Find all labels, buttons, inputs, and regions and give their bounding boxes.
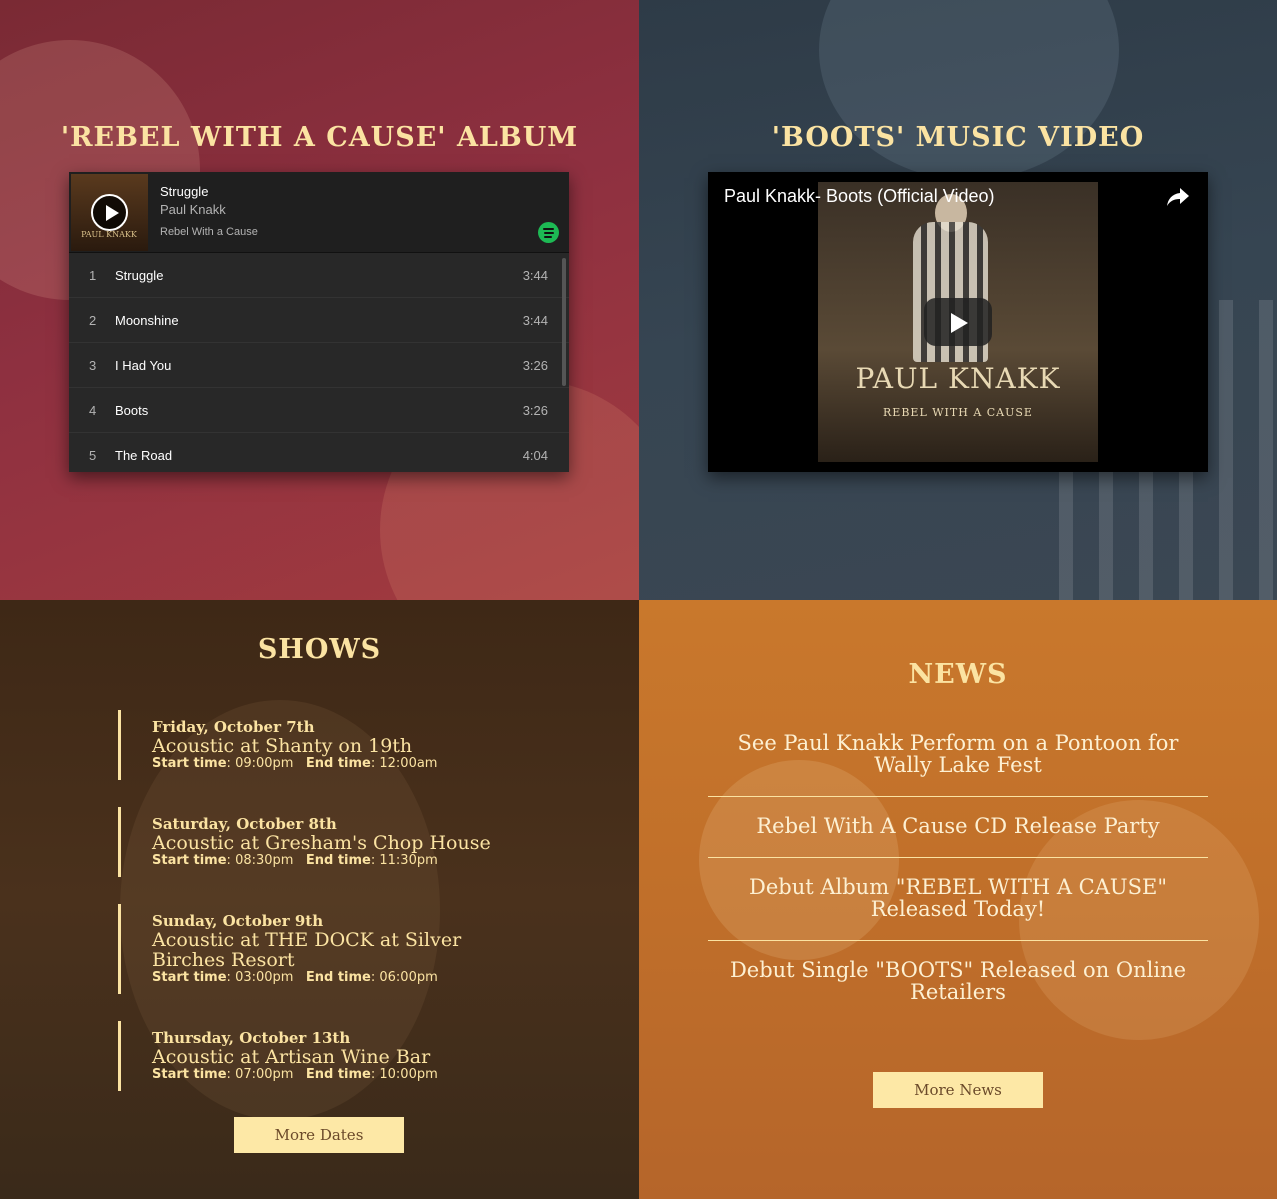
album-cover: PAUL KNAKK	[71, 174, 148, 251]
show-date: Thursday, October 13th	[152, 1029, 351, 1047]
news-item[interactable]: See Paul Knakk Perform on a Pontoon for …	[708, 728, 1208, 797]
track-duration: 3:26	[522, 358, 548, 373]
show-date: Saturday, October 8th	[152, 815, 337, 833]
track-list: 1 Struggle 3:44 2 Moonshine 3:44 3 I Had…	[69, 253, 569, 478]
more-dates-button[interactable]: More Dates	[234, 1117, 404, 1153]
player-header: PAUL KNAKK Struggle Paul Knakk Rebel Wit…	[69, 172, 569, 253]
now-playing-album[interactable]: Rebel With a Cause	[160, 226, 258, 238]
now-playing-track[interactable]: Struggle	[160, 184, 208, 199]
track-name: Struggle	[115, 268, 164, 283]
show-date: Friday, October 7th	[152, 718, 315, 736]
more-news-button[interactable]: More News	[873, 1072, 1043, 1108]
show-item: Friday, October 7th Acoustic at Shanty o…	[118, 710, 538, 780]
page: 'REBEL WITH A CAUSE' ALBUM PAUL KNAKK St…	[0, 0, 1277, 1199]
video-play-icon[interactable]	[924, 298, 992, 346]
shows-section: SHOWS Friday, October 7th Acoustic at Sh…	[0, 600, 639, 1199]
start-label: Start time	[152, 1067, 227, 1082]
track-row[interactable]: 2 Moonshine 3:44	[69, 298, 569, 343]
video-title-link[interactable]: Paul Knakk- Boots (Official Video)	[724, 186, 994, 207]
track-name: Moonshine	[115, 313, 179, 328]
track-number: 3	[89, 358, 97, 373]
news-item[interactable]: Debut Single "BOOTS" Released on Online …	[708, 955, 1208, 1023]
track-row[interactable]: 4 Boots 3:26	[69, 388, 569, 433]
show-title[interactable]: Acoustic at Artisan Wine Bar	[152, 1047, 522, 1067]
start-label: Start time	[152, 853, 227, 868]
end-time: 06:00pm	[379, 970, 438, 985]
tracklist-scrollbar[interactable]	[562, 258, 566, 386]
thumb-subtitle-text: REBEL WITH A CAUSE	[883, 406, 1033, 419]
news-item[interactable]: Rebel With A Cause CD Release Party	[708, 811, 1208, 858]
start-time: 07:00pm	[235, 1067, 294, 1082]
show-times: Start time: 08:30pm End time: 11:30pm	[152, 853, 438, 868]
show-title[interactable]: Acoustic at Shanty on 19th	[152, 736, 522, 756]
end-label: End time	[305, 1067, 371, 1082]
show-times: Start time: 03:00pm End time: 06:00pm	[152, 970, 438, 985]
start-time: 09:00pm	[235, 756, 294, 771]
news-item[interactable]: Debut Album "REBEL WITH A CAUSE" Release…	[708, 872, 1208, 941]
track-name: The Road	[115, 448, 173, 463]
end-label: End time	[305, 756, 371, 771]
news-list: See Paul Knakk Perform on a Pontoon for …	[708, 728, 1208, 1037]
backdrop-shape	[819, 0, 1119, 180]
track-number: 5	[89, 448, 97, 463]
end-time: 12:00am	[379, 756, 438, 771]
track-row[interactable]: 5 The Road 4:04	[69, 433, 569, 478]
album-section: 'REBEL WITH A CAUSE' ALBUM PAUL KNAKK St…	[0, 0, 639, 600]
youtube-embed[interactable]: PAUL KNAKK REBEL WITH A CAUSE Paul Knakk…	[708, 172, 1208, 472]
track-row[interactable]: 3 I Had You 3:26	[69, 343, 569, 388]
track-number: 1	[89, 268, 97, 283]
track-duration: 3:26	[522, 403, 548, 418]
spotify-icon[interactable]	[538, 222, 559, 243]
start-time: 08:30pm	[235, 853, 294, 868]
share-icon[interactable]	[1166, 186, 1190, 208]
track-duration: 3:44	[522, 268, 548, 283]
track-duration: 3:44	[522, 313, 548, 328]
track-number: 2	[89, 313, 97, 328]
video-section-title: 'BOOTS' MUSIC VIDEO	[771, 122, 1145, 153]
track-row[interactable]: 1 Struggle 3:44	[69, 253, 569, 298]
video-section: 'BOOTS' MUSIC VIDEO PAUL KNAKK REBEL WIT…	[639, 0, 1277, 600]
now-playing-artist[interactable]: Paul Knakk	[160, 202, 226, 217]
start-label: Start time	[152, 756, 227, 771]
show-times: Start time: 09:00pm End time: 12:00am	[152, 756, 438, 771]
track-number: 4	[89, 403, 97, 418]
album-section-title: 'REBEL WITH A CAUSE' ALBUM	[60, 122, 579, 153]
end-time: 10:00pm	[379, 1067, 438, 1082]
end-label: End time	[305, 853, 371, 868]
show-item: Saturday, October 8th Acoustic at Gresha…	[118, 807, 538, 877]
end-label: End time	[305, 970, 371, 985]
thumb-brand-text: PAUL KNAKK	[855, 362, 1061, 395]
news-section: NEWS See Paul Knakk Perform on a Pontoon…	[639, 600, 1277, 1199]
shows-section-title: SHOWS	[257, 634, 382, 665]
play-button[interactable]	[91, 194, 128, 231]
show-title[interactable]: Acoustic at Gresham's Chop House	[152, 833, 522, 853]
track-name: Boots	[115, 403, 149, 418]
start-time: 03:00pm	[235, 970, 294, 985]
track-duration: 4:04	[522, 448, 548, 463]
cover-logo-text: PAUL KNAKK	[81, 230, 137, 239]
news-section-title: NEWS	[908, 659, 1008, 690]
show-item: Sunday, October 9th Acoustic at THE DOCK…	[118, 904, 538, 994]
show-times: Start time: 07:00pm End time: 10:00pm	[152, 1067, 438, 1082]
spotify-player: PAUL KNAKK Struggle Paul Knakk Rebel Wit…	[69, 172, 569, 472]
end-time: 11:30pm	[379, 853, 438, 868]
start-label: Start time	[152, 970, 227, 985]
track-name: I Had You	[115, 358, 172, 373]
show-date: Sunday, October 9th	[152, 912, 324, 930]
show-item: Thursday, October 13th Acoustic at Artis…	[118, 1021, 538, 1091]
show-title[interactable]: Acoustic at THE DOCK at Silver Birches R…	[152, 930, 522, 970]
